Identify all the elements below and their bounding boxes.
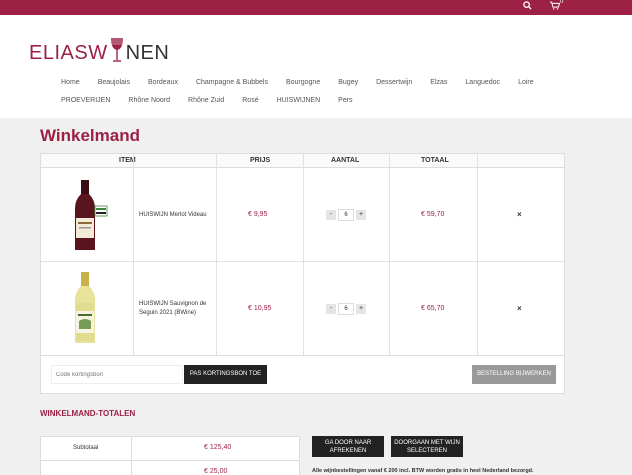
product-image-sauvignon[interactable] — [62, 271, 108, 345]
red-wine-bottle-icon — [75, 180, 108, 250]
product-image-merlot[interactable] — [62, 178, 108, 252]
top-bar: 0 — [0, 0, 632, 15]
shipping-value: € 25,00 — [204, 468, 228, 475]
product-price: € 10,95 — [248, 305, 272, 312]
nav-item-dessertwijn[interactable]: Dessertwijn — [376, 79, 412, 86]
cart-icon[interactable] — [550, 1, 561, 14]
site-header: ELIASW NEN Home Beaujolais Bordeaux Cham… — [0, 15, 632, 118]
qty-decrease-button[interactable]: - — [326, 304, 336, 314]
divider — [133, 154, 134, 355]
qty-increase-button[interactable]: + — [356, 304, 366, 314]
subtotal-label: Subtotaal — [73, 445, 99, 451]
divider — [41, 261, 564, 262]
nav-item-pers[interactable]: Pers — [338, 97, 352, 104]
nav-item-champagne[interactable]: Champagne & Bubbels — [196, 79, 268, 86]
header-total: TOTAAL — [421, 157, 449, 164]
free-shipping-note: Alle wijnbestellingen vanaf € 200 incl. … — [312, 468, 534, 474]
header-qty: AANTAL — [331, 157, 360, 164]
nav-item-languedoc[interactable]: Languedoc — [465, 79, 500, 86]
line-total: € 65,70 — [421, 305, 445, 312]
line-total: € 59,70 — [421, 211, 445, 218]
nav-row-1: Home Beaujolais Bordeaux Champagne & Bub… — [61, 73, 581, 91]
remove-item-button[interactable]: × — [517, 304, 522, 313]
nav-row-2: PROEVERIJEN Rhône Noord Rhône Zuid Rosé … — [61, 91, 581, 109]
cart-totals-title: WINKELMAND-TOTALEN — [40, 409, 136, 418]
white-wine-bottle-icon — [75, 272, 95, 343]
qty-input[interactable]: 6 — [338, 303, 354, 315]
nav-item-home[interactable]: Home — [61, 79, 80, 86]
nav-item-beaujolais[interactable]: Beaujolais — [98, 79, 130, 86]
nav-item-rose[interactable]: Rosé — [242, 97, 258, 104]
nav-item-bourgogne[interactable]: Bourgogne — [286, 79, 320, 86]
logo-text-part1: ELIASW — [29, 42, 108, 64]
nav-item-loire[interactable]: Loire — [518, 79, 534, 86]
subtotal-value: € 125,40 — [204, 444, 232, 451]
divider — [389, 154, 390, 355]
coupon-input[interactable] — [51, 365, 183, 384]
cart-totals-table: Subtotaal € 125,40 € 25,00 — [40, 436, 300, 475]
quantity-stepper: - 6 + — [326, 209, 366, 221]
logo-text-part2: NEN — [125, 42, 170, 64]
main-content: Winkelmand ITEM PRIJS AANTAL TOTAAL HUIS… — [0, 118, 632, 475]
divider — [41, 460, 299, 461]
cart-count-badge: 0 — [560, 0, 564, 5]
quantity-stepper: - 6 + — [326, 303, 366, 315]
divider — [477, 154, 478, 355]
nav-item-rhone-noord[interactable]: Rhône Noord — [128, 97, 170, 104]
remove-item-button[interactable]: × — [517, 210, 522, 219]
divider — [131, 437, 132, 475]
header-price: PRIJS — [250, 157, 271, 164]
nav-item-huiswijnen[interactable]: HUISWIJNEN — [277, 97, 321, 104]
qty-increase-button[interactable]: + — [356, 210, 366, 220]
continue-shopping-button[interactable]: DOORGAAN MET WIJN SELECTEREN — [391, 436, 463, 457]
product-name[interactable]: HUISWIJN Merlot Videau — [139, 211, 214, 220]
product-price: € 9,95 — [248, 211, 268, 218]
nav-item-bordeaux[interactable]: Bordeaux — [148, 79, 178, 86]
cart-actions: PAS KORTINGSBON TOE BESTELLING BIJWERKEN — [40, 356, 565, 394]
nav-item-rhone-zuid[interactable]: Rhône Zuid — [188, 97, 224, 104]
nav-item-elzas[interactable]: Elzas — [430, 79, 447, 86]
wine-glass-icon — [110, 38, 123, 62]
checkout-button[interactable]: GA DOOR NAAR AFREKENEN — [312, 436, 384, 457]
nav-item-bugey[interactable]: Bugey — [338, 79, 358, 86]
cart-table: ITEM PRIJS AANTAL TOTAAL HUISWIJN Merlot — [40, 153, 565, 356]
nav-item-proeverijen[interactable]: PROEVERIJEN — [61, 97, 110, 104]
apply-coupon-button[interactable]: PAS KORTINGSBON TOE — [184, 365, 267, 384]
qty-input[interactable]: 6 — [338, 209, 354, 221]
site-logo[interactable]: ELIASW NEN — [29, 37, 169, 63]
divider — [303, 154, 304, 355]
divider — [216, 154, 217, 355]
main-nav: Home Beaujolais Bordeaux Champagne & Bub… — [61, 73, 581, 109]
qty-decrease-button[interactable]: - — [326, 210, 336, 220]
product-name[interactable]: HUISWIJN Sauvignon de Seguin 2021 (BWine… — [139, 300, 214, 318]
page-title: Winkelmand — [40, 126, 140, 145]
search-icon[interactable] — [523, 1, 532, 14]
update-cart-button[interactable]: BESTELLING BIJWERKEN — [472, 365, 556, 384]
